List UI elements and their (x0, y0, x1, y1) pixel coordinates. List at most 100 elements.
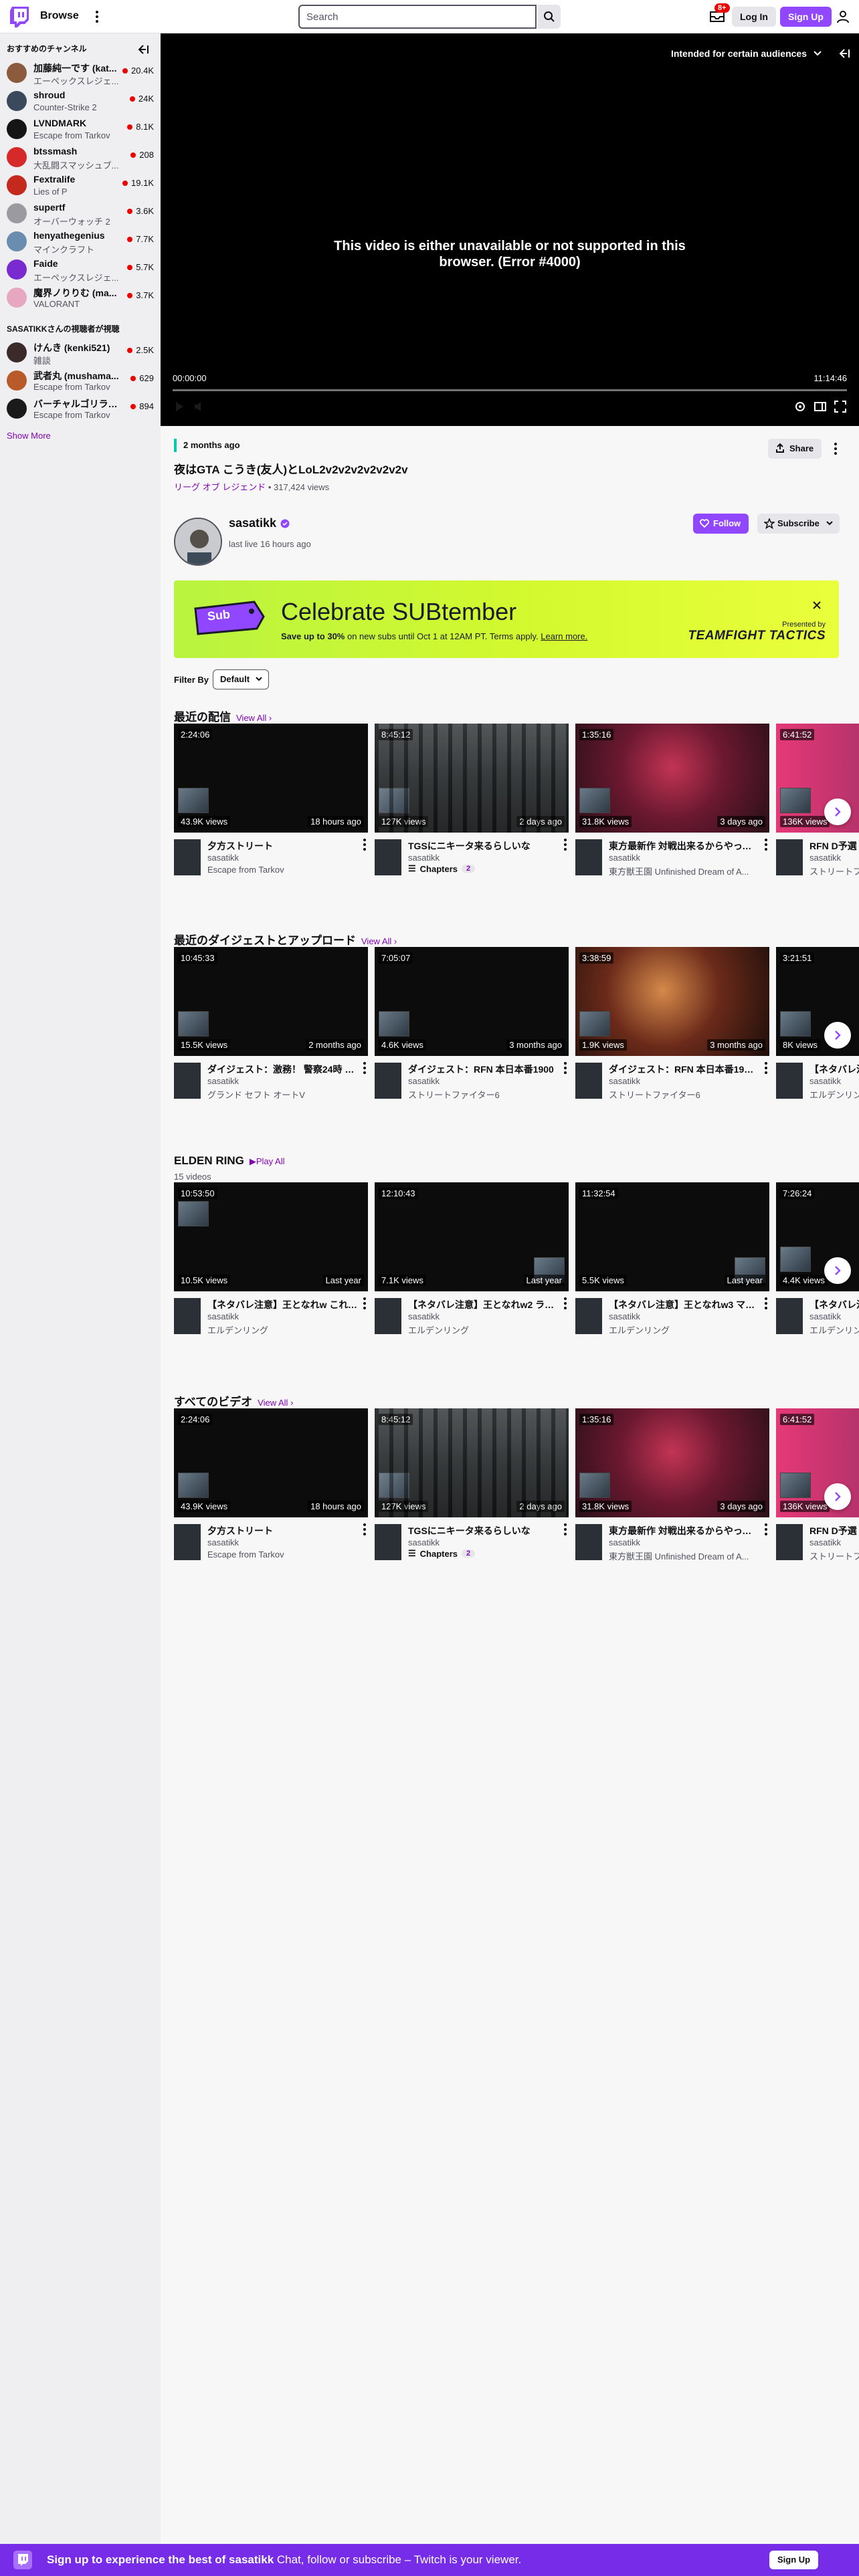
video-channel[interactable]: sasatikk (207, 1076, 239, 1086)
shelf-view-all-link[interactable]: ▶Play All (250, 1156, 285, 1166)
video-thumbnail[interactable]: 11:32:54 5.5K views Last year (575, 1182, 769, 1291)
sidebar-channel[interactable]: LVNDMARK Escape from Tarkov 8.1K (0, 115, 161, 143)
volume-icon[interactable] (193, 400, 206, 413)
video-player[interactable]: Intended for certain audiences This vide… (161, 33, 859, 426)
video-thumbnail[interactable]: 10:45:33 15.5K views 2 months ago (174, 947, 368, 1056)
video-channel[interactable]: sasatikk (609, 1311, 640, 1321)
video-channel[interactable]: sasatikk (609, 1076, 640, 1086)
video-game[interactable]: エルデンリング (809, 1088, 859, 1101)
sidebar-channel[interactable]: shroud Counter-Strike 2 24K (0, 87, 161, 115)
settings-gear-icon[interactable] (793, 400, 807, 413)
search-input[interactable] (298, 5, 537, 29)
video-title[interactable]: 夕方ストリート (207, 839, 357, 853)
game-box-art[interactable] (776, 839, 803, 875)
subscribe-button[interactable]: Subscribe (757, 514, 840, 534)
video-title[interactable]: 【ネタバレ注意】王となれw3 マリケス (609, 1298, 759, 1311)
game-box-art[interactable] (575, 1063, 602, 1099)
sidebar-channel[interactable]: Fextralife Lies of P 19.1K (0, 171, 161, 199)
card-more-options-icon[interactable] (360, 1523, 369, 1536)
video-thumbnail[interactable]: 3:38:59 1.9K views 3 months ago (575, 947, 769, 1056)
sidebar-channel[interactable]: 武者丸 (mushama... Escape from Tarkov 629 (0, 366, 161, 395)
card-more-options-icon[interactable] (360, 1061, 369, 1075)
show-more-link[interactable]: Show More (7, 431, 51, 441)
video-thumbnail[interactable]: 8:45:12 127K views 2 days ago (375, 724, 569, 833)
game-box-art[interactable] (776, 1298, 803, 1334)
video-card[interactable]: 10:45:33 15.5K views 2 months ago ダイジェスト：激務… (174, 947, 368, 1114)
collapse-sidebar-icon[interactable] (136, 43, 150, 56)
video-thumbnail[interactable]: 2:24:06 43.9K views 18 hours ago (174, 1408, 368, 1517)
video-game[interactable]: 東方獣王園 Unfinished Dream of A... (609, 865, 759, 877)
video-game-link[interactable]: リーグ オブ レジェンド (174, 482, 266, 492)
card-more-options-icon[interactable] (561, 1061, 570, 1075)
video-card[interactable]: 7:05:07 4.6K views 3 months ago ダイジェスト：RFN … (375, 947, 569, 1114)
game-box-art[interactable] (776, 1524, 803, 1560)
video-title[interactable]: 東方最新作 対戦出来るからやってみる (609, 839, 759, 853)
search-button[interactable] (538, 5, 561, 29)
bottom-signup-button[interactable]: Sign Up (769, 2551, 819, 2569)
sidebar-channel[interactable]: Faide エーペックスレジェ... 5.7K (0, 255, 161, 284)
carousel-next-button[interactable] (824, 798, 851, 825)
video-channel[interactable]: sasatikk (809, 853, 841, 863)
game-box-art[interactable] (575, 839, 602, 875)
video-game[interactable]: エルデンリング (408, 1323, 558, 1336)
video-title[interactable]: TGSにニキータ来るらしいな (408, 1524, 558, 1537)
learn-more-link[interactable]: Learn more. (541, 631, 587, 641)
video-game[interactable]: ストリートファイター6 (809, 865, 859, 877)
video-card[interactable]: 3:38:59 1.9K views 3 months ago ダイジェスト：RFN … (575, 947, 769, 1114)
video-thumbnail[interactable]: 12:10:43 7.1K views Last year (375, 1182, 569, 1291)
video-card[interactable]: 1:35:16 31.8K views 3 days ago 東方最新作 対戦出来るか… (575, 724, 769, 891)
carousel-next-button[interactable] (824, 1257, 851, 1284)
channel-avatar[interactable] (174, 518, 222, 566)
video-thumbnail[interactable]: 2:24:06 43.9K views 18 hours ago (174, 724, 368, 833)
channel-name[interactable]: sasatikk (229, 516, 290, 530)
chapters-button[interactable]: ☰ Chapters 2 (408, 1545, 476, 1562)
video-game[interactable]: エルデンリング (609, 1323, 759, 1336)
video-thumbnail[interactable]: 7:05:07 4.6K views 3 months ago (375, 947, 569, 1056)
video-thumbnail[interactable]: 8:45:12 127K views 2 days ago (375, 1408, 569, 1517)
video-card[interactable]: 12:10:43 7.1K views Last year 【ネタバレ注意】王となれw… (375, 1182, 569, 1350)
video-channel[interactable]: sasatikk (408, 1311, 440, 1321)
sidebar-channel[interactable]: バーチャルゴリラ (... Escape from Tarkov 894 (0, 395, 161, 423)
theatre-mode-icon[interactable] (814, 400, 827, 413)
user-icon[interactable] (835, 9, 851, 25)
video-game[interactable]: エルデンリング (207, 1323, 357, 1336)
twitch-logo-icon[interactable] (8, 5, 31, 28)
filter-select[interactable]: Default (213, 669, 270, 689)
game-box-art[interactable] (174, 1063, 201, 1099)
card-more-options-icon[interactable] (761, 1061, 771, 1075)
game-box-art[interactable] (174, 1524, 201, 1560)
video-title[interactable]: RFN D予選 (809, 839, 859, 853)
video-title[interactable]: ダイジェスト：RFN 本日本番1900 (408, 1063, 558, 1076)
game-box-art[interactable] (375, 1063, 401, 1099)
card-more-options-icon[interactable] (761, 1523, 771, 1536)
video-thumbnail[interactable]: 1:35:16 31.8K views 3 days ago (575, 1408, 769, 1517)
video-card[interactable]: 1:35:16 31.8K views 3 days ago 東方最新作 対戦出来るか… (575, 1408, 769, 1576)
chapters-button[interactable]: ☰ Chapters 2 (408, 861, 476, 877)
video-title[interactable]: 【ネタバレ注意】 (809, 1063, 859, 1076)
signup-button[interactable]: Sign Up (780, 7, 832, 27)
card-more-options-icon[interactable] (761, 1297, 771, 1310)
card-more-options-icon[interactable] (360, 838, 369, 851)
game-box-art[interactable] (575, 1298, 602, 1334)
browse-link[interactable]: Browse (40, 10, 79, 22)
video-game[interactable]: Escape from Tarkov (207, 1549, 357, 1560)
card-more-options-icon[interactable] (561, 1297, 570, 1310)
video-game[interactable]: 東方獣王園 Unfinished Dream of A... (609, 1549, 759, 1562)
more-menu-icon[interactable] (92, 8, 102, 25)
video-channel[interactable]: sasatikk (609, 1537, 640, 1547)
video-card[interactable]: 2:24:06 43.9K views 18 hours ago 夕方ストリート sas… (174, 1408, 368, 1576)
video-card[interactable]: 2:24:06 43.9K views 18 hours ago 夕方ストリート sas… (174, 724, 368, 891)
video-channel[interactable]: sasatikk (207, 1537, 239, 1547)
fullscreen-icon[interactable] (834, 400, 847, 413)
game-box-art[interactable] (174, 839, 201, 875)
video-game[interactable]: Escape from Tarkov (207, 865, 357, 875)
video-thumbnail[interactable]: 10:53:50 10.5K views Last year (174, 1182, 368, 1291)
video-title[interactable]: TGSにニキータ来るらしいな (408, 839, 558, 853)
video-title[interactable]: ダイジェスト：RFN 本日本番1900 練習 (609, 1063, 759, 1076)
seek-bar[interactable] (173, 389, 847, 391)
game-box-art[interactable] (174, 1298, 201, 1334)
game-box-art[interactable] (375, 1524, 401, 1560)
video-channel[interactable]: sasatikk (809, 1537, 841, 1547)
video-title[interactable]: 【ネタバレ注意】王となれw これで最後 (207, 1298, 357, 1311)
sidebar-channel[interactable]: 加藤純一です (kat... エーペックスレジェ... 20.4K (0, 59, 161, 87)
